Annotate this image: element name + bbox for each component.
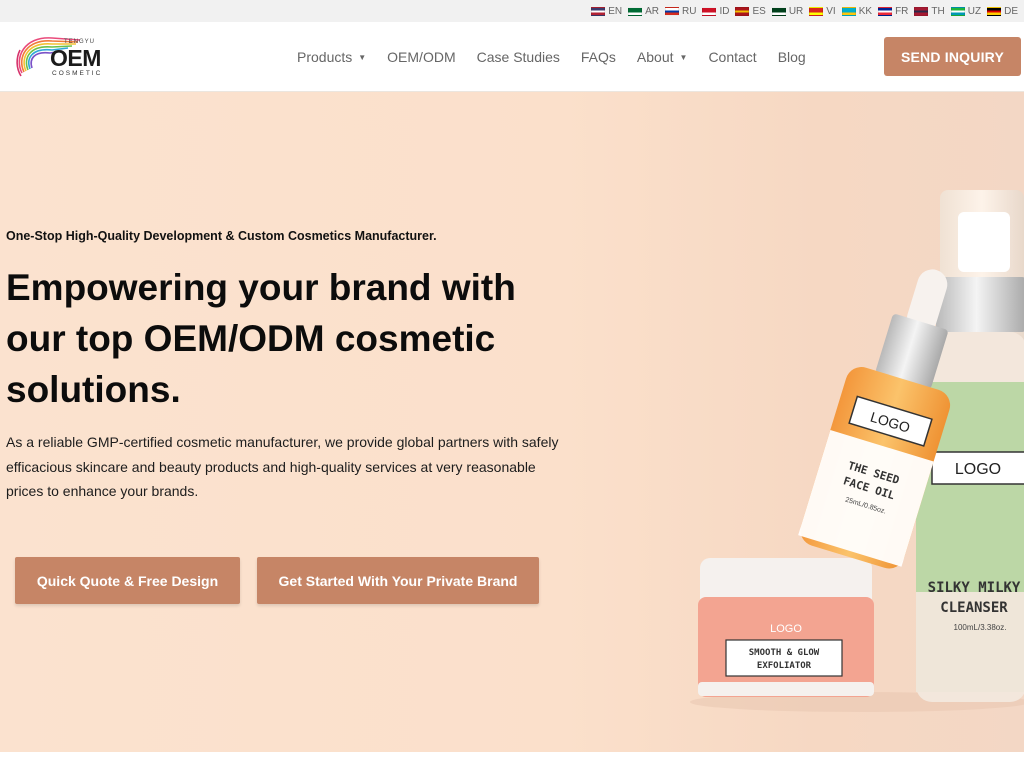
language-code: AR [645,5,660,17]
spain-flag-icon [735,6,750,16]
language-de[interactable]: DE [987,6,1018,17]
language-code: ID [719,5,730,17]
send-inquiry-button[interactable]: SEND INQUIRY [884,37,1021,76]
nav-label: Case Studies [476,49,560,65]
exfoliator-jar: LOGO SMOOTH & GLOW EXFOLIATOR [698,558,874,697]
nav-label: FAQs [580,49,616,65]
language-vi[interactable]: VI [809,5,836,17]
cleanser-logo-text: LOGO [955,461,1001,478]
nav-blog[interactable]: Blog [778,49,806,65]
quick-quote-button[interactable]: Quick Quote & Free Design [15,557,240,604]
caret-down-icon: ▼ [679,52,688,62]
nav-label: Contact [708,49,757,65]
nav-products[interactable]: Products ▼ [297,49,366,65]
language-fr[interactable]: FR [878,6,908,17]
cleanser-name-line1: SILKY MILKY [928,580,1021,596]
language-id[interactable]: ID [702,6,729,17]
us-flag-icon [591,6,606,16]
language-code: VI [826,5,836,17]
language-code: DE [1004,5,1018,17]
caret-down-icon: ▼ [358,52,367,62]
language-code: EN [608,5,623,17]
language-code: ES [752,5,766,17]
hero-description: As a reliable GMP-certified cosmetic man… [6,434,559,499]
language-kk[interactable]: KK [841,5,873,17]
site-logo[interactable]: TENGYU OEM COSMETIC [12,26,104,88]
jar-name-line2: EXFOLIATOR [757,661,812,671]
cleanser-name-line2: CLEANSER [940,600,1008,616]
thailand-flag-icon [914,6,929,16]
page-bottom-strip [0,752,1024,768]
nav-oem-odm[interactable]: OEM/ODM [387,49,455,65]
language-ru[interactable]: RU [665,6,696,17]
saudi-flag-icon [628,6,643,16]
hero-eyebrow: One-Stop High-Quality Development & Cust… [6,229,437,243]
language-code: FR [895,5,909,17]
private-brand-button[interactable]: Get Started With Your Private Brand [257,557,539,604]
language-code: KK [858,5,873,17]
language-code: RU [682,5,697,17]
nav-label: Products [297,49,353,65]
language-bar: EN AR RU ID ES UR VI KK FR TH UZ DE [0,0,1024,22]
language-code: UZ [967,5,982,17]
vietnam-flag-icon [809,6,824,16]
site-header: TENGYU OEM COSMETIC Products ▼ OEM/ODM C… [0,22,1024,92]
russia-flag-icon [665,6,680,16]
language-ur[interactable]: UR [771,5,804,17]
jar-name-line1: SMOOTH & GLOW [749,648,820,658]
language-th[interactable]: TH [914,5,945,17]
logo-big-text: OEM [50,45,101,71]
nav-label: About [636,49,674,65]
language-code: UR [788,5,804,17]
hero-headline: Empowering your brand with our top OEM/O… [6,267,516,410]
hero-section: One-Stop High-Quality Development & Cust… [0,92,1024,752]
pakistan-flag-icon [771,6,786,16]
logo-sub-text: COSMETIC [52,70,103,77]
kazakhstan-flag-icon [841,6,856,16]
language-ar[interactable]: AR [628,6,659,17]
nav-about[interactable]: About ▼ [637,49,688,65]
language-en[interactable]: EN [591,6,622,17]
indonesia-flag-icon [702,6,717,16]
nav-label: OEM/ODM [387,49,456,65]
uzbekistan-flag-icon [950,6,965,16]
nav-case-studies[interactable]: Case Studies [477,49,560,65]
nav-faqs[interactable]: FAQs [581,49,616,65]
germany-flag-icon [987,6,1002,16]
nav-label: Blog [777,49,806,65]
nav-contact[interactable]: Contact [708,49,756,65]
cleanser-size: 100mL/3.38oz. [954,623,1007,632]
language-code: TH [931,5,945,17]
main-nav: Products ▼ OEM/ODM Case Studies FAQs Abo… [297,22,806,92]
france-flag-icon [878,6,893,16]
language-uz[interactable]: UZ [950,5,982,17]
language-es[interactable]: ES [735,5,766,17]
jar-logo-text: LOGO [770,623,802,635]
hero-product-image: LOGO SILKY MILKY CLEANSER 100mL/3.38oz. … [690,190,1024,712]
